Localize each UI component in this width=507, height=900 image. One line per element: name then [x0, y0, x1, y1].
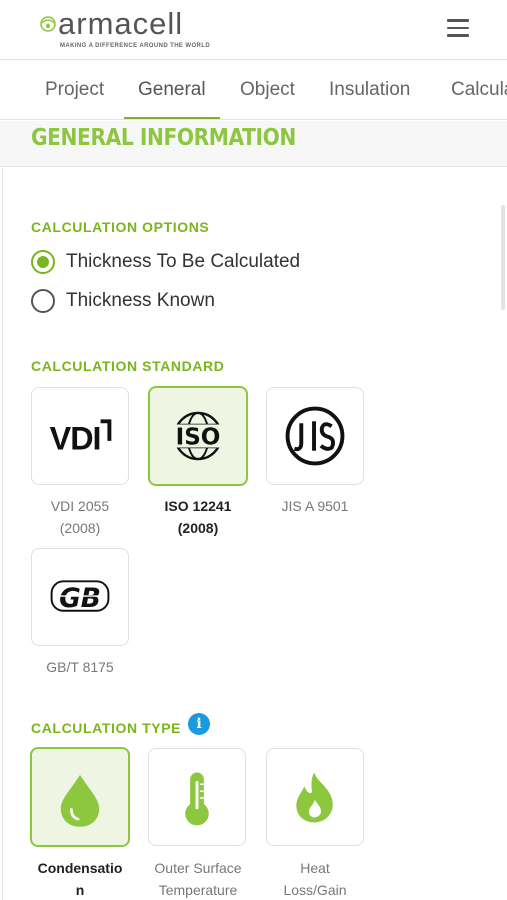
standard-card-gb[interactable]: GB [31, 548, 129, 646]
armacell-logo[interactable]: armacell MAKING A DIFFERENCE AROUND THE … [38, 6, 213, 54]
tab-project[interactable]: Project [45, 61, 104, 119]
svg-text:VDI: VDI [50, 421, 101, 457]
scrollbar[interactable] [501, 205, 505, 310]
jis-logo [285, 406, 345, 466]
standard-card-vdi[interactable]: VDI [31, 387, 129, 485]
section-header: GENERAL INFORMATION [0, 121, 507, 167]
globe-leaf-icon [40, 16, 56, 32]
radio-button-checked[interactable] [31, 250, 55, 274]
brand-tagline: MAKING A DIFFERENCE AROUND THE WORLD [60, 43, 211, 49]
tab-object[interactable]: Object [240, 61, 295, 119]
radio-label: Thickness To Be Calculated [66, 251, 301, 272]
type-card-surface-temperature[interactable] [148, 748, 246, 846]
thermometer-icon [185, 772, 209, 826]
flame-icon [296, 772, 333, 823]
gb-logo: GB [50, 580, 110, 614]
type-caption-condensation: Condensatio n [37, 860, 123, 898]
tab-insulation[interactable]: Insulation [329, 61, 410, 119]
vdi-logo: VDI [50, 419, 112, 457]
tab-bar: Project General Object Insulation Calcul… [0, 61, 507, 120]
svg-text:GB: GB [59, 583, 101, 614]
droplet-icon [60, 774, 100, 827]
standard-card-jis[interactable] [266, 387, 364, 485]
radio-thickness-known[interactable]: Thickness Known [31, 288, 251, 314]
calc-options-label: CALCULATION OPTIONS [31, 219, 210, 235]
type-card-heat-loss-gain[interactable] [266, 748, 364, 846]
calc-standard-label: CALCULATION STANDARD [31, 358, 225, 374]
standard-caption-iso: ISO 12241 (2008) [164, 498, 232, 536]
menu-icon[interactable] [445, 19, 471, 39]
radio-button[interactable] [31, 289, 55, 313]
standard-caption-vdi: VDI 2055 (2008) [50, 498, 110, 536]
section-title: GENERAL INFORMATION [31, 125, 296, 151]
info-icon[interactable]: i [188, 713, 210, 735]
radio-thickness-calculated[interactable]: Thickness To Be Calculated [31, 249, 331, 275]
standard-caption-gb: GB/T 8175 [46, 659, 114, 675]
iso-logo: ISO [166, 411, 230, 461]
type-caption-heat-loss-gain: Heat Loss/Gain [283, 860, 347, 898]
type-caption-surface-temperature: Outer Surface Temperature [154, 860, 242, 898]
svg-text:ISO: ISO [176, 425, 221, 451]
radio-label: Thickness Known [66, 290, 215, 311]
brand-name: armacell [58, 6, 184, 41]
app-header: armacell MAKING A DIFFERENCE AROUND THE … [0, 0, 507, 60]
tab-general[interactable]: General [124, 61, 220, 119]
standard-caption-jis: JIS A 9501 [281, 498, 349, 514]
tab-calculation[interactable]: Calcula [451, 61, 507, 119]
calc-type-label: CALCULATION TYPE [31, 720, 182, 736]
standard-card-iso[interactable]: ISO [148, 386, 248, 486]
type-card-condensation[interactable] [30, 747, 130, 847]
